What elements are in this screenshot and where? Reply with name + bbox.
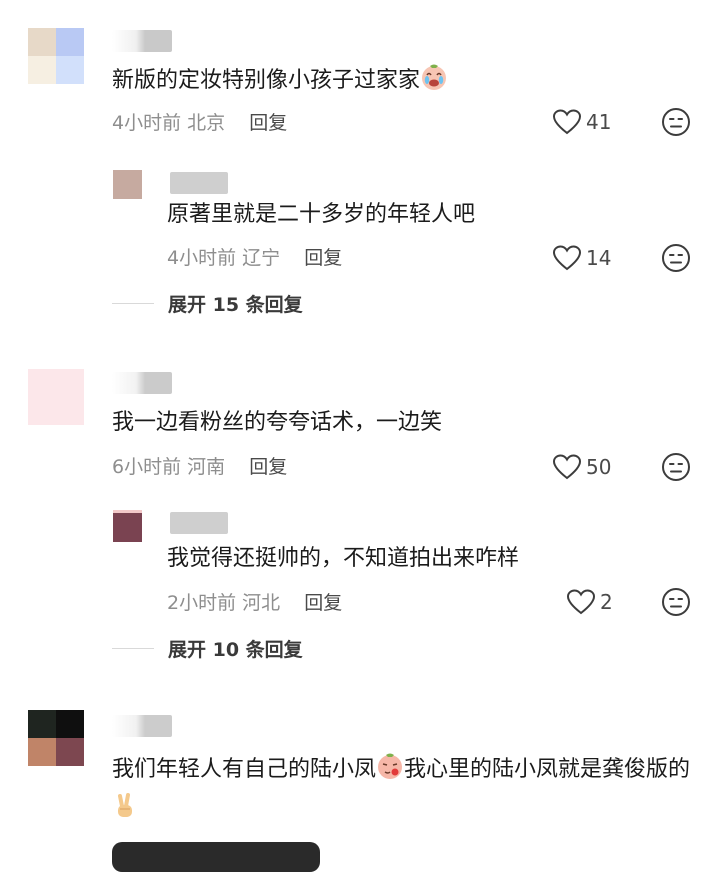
expand-replies-label: 展开 15 条回复 bbox=[168, 294, 303, 316]
expand-replies-button[interactable]: 展开 15 条回复 bbox=[112, 290, 303, 317]
username-blur[interactable] bbox=[112, 372, 172, 394]
crying-face-emoji bbox=[420, 63, 448, 100]
comment-time: 4小时前 bbox=[112, 112, 182, 134]
like-button[interactable]: 41 bbox=[552, 107, 611, 137]
like-count: 41 bbox=[586, 110, 612, 134]
reply-button[interactable]: 回复 bbox=[304, 247, 342, 269]
comment-meta: 4小时前 北京 回复 bbox=[112, 108, 287, 135]
image-preview[interactable] bbox=[112, 842, 320, 872]
victory-hand-emoji bbox=[112, 792, 138, 832]
like-count: 2 bbox=[600, 590, 613, 614]
comment-text-content: 新版的定妆特别像小孩子过家家 bbox=[112, 68, 421, 93]
reply-text: 我觉得还挺帅的，不知道拍出来咋样 bbox=[167, 546, 520, 571]
comment-location: 河南 bbox=[187, 456, 226, 478]
like-button[interactable]: 50 bbox=[552, 452, 611, 482]
meh-face-icon bbox=[662, 588, 690, 616]
meh-face-icon bbox=[662, 453, 690, 481]
comment-location: 北京 bbox=[187, 112, 226, 134]
avatar[interactable] bbox=[113, 510, 142, 542]
heart-outline-icon bbox=[566, 589, 596, 615]
like-button[interactable]: 2 bbox=[566, 587, 613, 617]
like-button[interactable]: 14 bbox=[552, 243, 611, 273]
heart-outline-icon bbox=[552, 245, 582, 271]
reply-meta: 4小时前 辽宁 回复 bbox=[167, 243, 342, 270]
avatar[interactable] bbox=[28, 369, 84, 425]
comment-meta: 6小时前 河南 回复 bbox=[112, 452, 287, 479]
dislike-button[interactable] bbox=[661, 587, 691, 617]
reply-time: 2小时前 bbox=[167, 592, 237, 614]
like-count: 14 bbox=[586, 246, 612, 270]
comment-time: 6小时前 bbox=[112, 456, 182, 478]
reply-button[interactable]: 回复 bbox=[249, 112, 287, 134]
reply-location: 河北 bbox=[242, 592, 281, 614]
dislike-button[interactable] bbox=[661, 243, 691, 273]
comment-text-part2: 我心里的陆小凤就是龚俊版的 bbox=[404, 757, 691, 782]
reply-location: 辽宁 bbox=[242, 247, 281, 269]
avatar[interactable] bbox=[28, 710, 84, 766]
dislike-button[interactable] bbox=[661, 107, 691, 137]
divider-line bbox=[112, 648, 154, 649]
like-count: 50 bbox=[586, 455, 612, 479]
reply-text: 原著里就是二十多岁的年轻人吧 bbox=[167, 202, 476, 227]
reply-button[interactable]: 回复 bbox=[304, 592, 342, 614]
expand-replies-label: 展开 10 条回复 bbox=[168, 639, 303, 661]
comment-text: 我们年轻人有自己的陆小凤 我心里的陆小凤就是龚俊版的 bbox=[112, 752, 702, 832]
heart-outline-icon bbox=[552, 109, 582, 135]
divider-line bbox=[112, 303, 154, 304]
username-blur[interactable] bbox=[112, 715, 172, 737]
reply-meta: 2小时前 河北 回复 bbox=[167, 588, 342, 615]
username-blur[interactable] bbox=[170, 172, 228, 194]
username-blur[interactable] bbox=[170, 512, 228, 534]
meh-face-icon bbox=[662, 108, 690, 136]
meh-face-icon bbox=[662, 244, 690, 272]
heart-outline-icon bbox=[552, 454, 582, 480]
username-blur[interactable] bbox=[112, 30, 172, 52]
avatar[interactable] bbox=[28, 28, 84, 84]
reply-time: 4小时前 bbox=[167, 247, 237, 269]
reply-button[interactable]: 回复 bbox=[249, 456, 287, 478]
expand-replies-button[interactable]: 展开 10 条回复 bbox=[112, 635, 303, 662]
comment-text-part1: 我们年轻人有自己的陆小凤 bbox=[112, 757, 377, 782]
comment-text: 我一边看粉丝的夸夸话术，一边笑 bbox=[112, 410, 443, 435]
avatar[interactable] bbox=[113, 170, 142, 199]
dislike-button[interactable] bbox=[661, 452, 691, 482]
smug-face-emoji bbox=[376, 752, 404, 792]
comment-text: 新版的定妆特别像小孩子过家家 bbox=[112, 63, 448, 100]
